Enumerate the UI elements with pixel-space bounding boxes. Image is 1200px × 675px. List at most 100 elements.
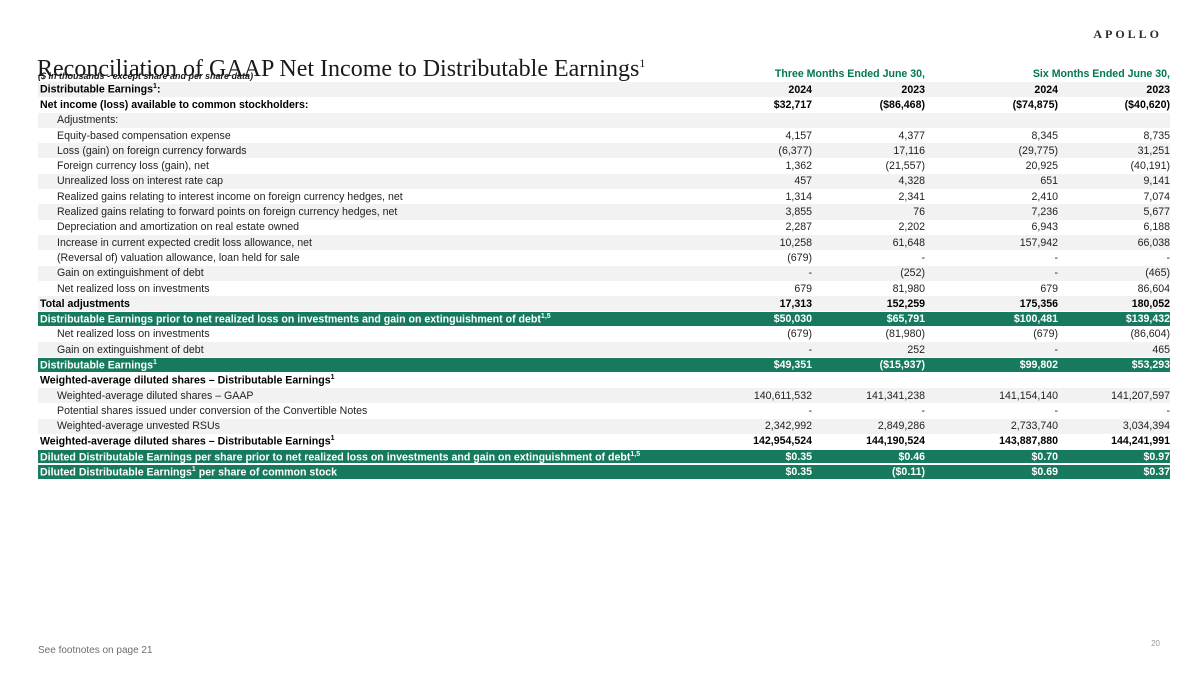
row-label: Total adjustments: [38, 298, 700, 310]
table-row: Increase in current expected credit loss…: [38, 235, 1170, 250]
cell-value: -: [925, 344, 1058, 356]
cell-value: ($0.11): [812, 466, 925, 478]
cell-value: $0.69: [925, 466, 1058, 478]
cell-value: (6,377): [700, 145, 812, 157]
cell-value: 157,942: [925, 237, 1058, 249]
cell-value: (81,980): [812, 328, 925, 340]
table-row: Net income (loss) available to common st…: [38, 97, 1170, 112]
cell-value: $0.37: [1058, 466, 1170, 478]
row-label: Loss (gain) on foreign currency forwards: [38, 145, 700, 157]
cell-value: -: [812, 405, 925, 417]
cell-value: 140,611,532: [700, 390, 812, 402]
cell-value: -: [1058, 252, 1170, 264]
table-row: Distributable Earnings1 $49,351 ($15,937…: [38, 357, 1170, 372]
table-row: Net realized loss on investments 679 81,…: [38, 281, 1170, 296]
cell-value: 5,677: [1058, 206, 1170, 218]
row-label: Distributable Earnings1:: [38, 83, 700, 96]
cell-value: 31,251: [1058, 145, 1170, 157]
row-label: Realized gains relating to forward point…: [38, 206, 700, 218]
cell-value: $100,481: [925, 313, 1058, 325]
cell-value: 651: [925, 175, 1058, 187]
row-label: Potential shares issued under conversion…: [38, 405, 700, 417]
apollo-logo: APOLLO: [1093, 27, 1162, 42]
cell-value: 86,604: [1058, 283, 1170, 295]
table-row: Net realized loss on investments (679) (…: [38, 327, 1170, 342]
table-row: Gain on extinguishment of debt - 252 - 4…: [38, 342, 1170, 357]
cell-value: ($86,468): [812, 99, 925, 111]
cell-value: 9,141: [1058, 175, 1170, 187]
row-label: Net income (loss) available to common st…: [38, 99, 700, 111]
cell-value: 144,190,524: [812, 435, 925, 447]
cell-value: (679): [700, 328, 812, 340]
cell-value: 2023: [1058, 84, 1170, 96]
cell-value: 81,980: [812, 283, 925, 295]
footnote-reference: See footnotes on page 21: [38, 645, 153, 656]
table-row: Equity-based compensation expense 4,157 …: [38, 128, 1170, 143]
row-label: Gain on extinguishment of debt: [38, 344, 700, 356]
cell-value: $49,351: [700, 359, 812, 371]
table-row: Distributable Earnings1: 2024 2023 2024 …: [38, 82, 1170, 97]
cell-value: $50,030: [700, 313, 812, 325]
cell-value: 180,052: [1058, 298, 1170, 310]
row-label: Diluted Distributable Earnings per share…: [38, 451, 700, 464]
table-header-row: ($ in thousands - except share and per s…: [38, 64, 1170, 82]
cell-value: $65,791: [812, 313, 925, 325]
cell-value: 7,236: [925, 206, 1058, 218]
table-row: Realized gains relating to interest inco…: [38, 189, 1170, 204]
row-label: Gain on extinguishment of debt: [38, 267, 700, 279]
cell-value: 20,925: [925, 160, 1058, 172]
cell-value: 2,202: [812, 221, 925, 233]
cell-value: $0.35: [700, 451, 812, 463]
table-row: Realized gains relating to forward point…: [38, 204, 1170, 219]
cell-value: -: [1058, 405, 1170, 417]
table-row: Diluted Distributable Earnings per share…: [38, 449, 1170, 464]
row-label: (Reversal of) valuation allowance, loan …: [38, 252, 700, 264]
cell-value: ($74,875): [925, 99, 1058, 111]
cell-value: 8,735: [1058, 130, 1170, 142]
table-row: Potential shares issued under conversion…: [38, 403, 1170, 418]
cell-value: (21,557): [812, 160, 925, 172]
cell-value: 8,345: [925, 130, 1058, 142]
cell-value: $32,717: [700, 99, 812, 111]
table-row: Distributable Earnings prior to net real…: [38, 311, 1170, 326]
table-row: Total adjustments 17,313 152,259 175,356…: [38, 296, 1170, 311]
cell-value: (86,604): [1058, 328, 1170, 340]
cell-value: 141,154,140: [925, 390, 1058, 402]
cell-value: 2024: [925, 84, 1058, 96]
cell-value: (465): [1058, 267, 1170, 279]
cell-value: $0.70: [925, 451, 1058, 463]
cell-value: 2,342,992: [700, 420, 812, 432]
cell-value: 2,733,740: [925, 420, 1058, 432]
units-note: ($ in thousands - except share and per s…: [38, 71, 700, 82]
cell-value: (679): [700, 252, 812, 264]
cell-value: 152,259: [812, 298, 925, 310]
cell-value: 2023: [812, 84, 925, 96]
table-row: Loss (gain) on foreign currency forwards…: [38, 143, 1170, 158]
cell-value: 6,188: [1058, 221, 1170, 233]
table-row: Weighted-average diluted shares – Distri…: [38, 373, 1170, 388]
cell-value: -: [700, 267, 812, 279]
cell-value: 142,954,524: [700, 435, 812, 447]
cell-value: 7,074: [1058, 191, 1170, 203]
cell-value: 17,116: [812, 145, 925, 157]
cell-value: $53,293: [1058, 359, 1170, 371]
table-row: Foreign currency loss (gain), net 1,362 …: [38, 158, 1170, 173]
cell-value: 252: [812, 344, 925, 356]
cell-value: -: [700, 405, 812, 417]
cell-value: 2024: [700, 84, 812, 96]
cell-value: 66,038: [1058, 237, 1170, 249]
cell-value: 143,887,880: [925, 435, 1058, 447]
row-label: Equity-based compensation expense: [38, 130, 700, 142]
col-group-three-months: Three Months Ended June 30,: [700, 68, 925, 82]
cell-value: $99,802: [925, 359, 1058, 371]
row-label: Distributable Earnings prior to net real…: [38, 313, 700, 326]
table-body: Distributable Earnings1: 2024 2023 2024 …: [38, 82, 1170, 480]
cell-value: 4,328: [812, 175, 925, 187]
cell-value: 3,855: [700, 206, 812, 218]
cell-value: (679): [925, 328, 1058, 340]
col-group-six-months: Six Months Ended June 30,: [925, 68, 1170, 82]
row-label: Diluted Distributable Earnings1 per shar…: [38, 466, 700, 479]
cell-value: 2,341: [812, 191, 925, 203]
cell-value: (252): [812, 267, 925, 279]
cell-value: (29,775): [925, 145, 1058, 157]
